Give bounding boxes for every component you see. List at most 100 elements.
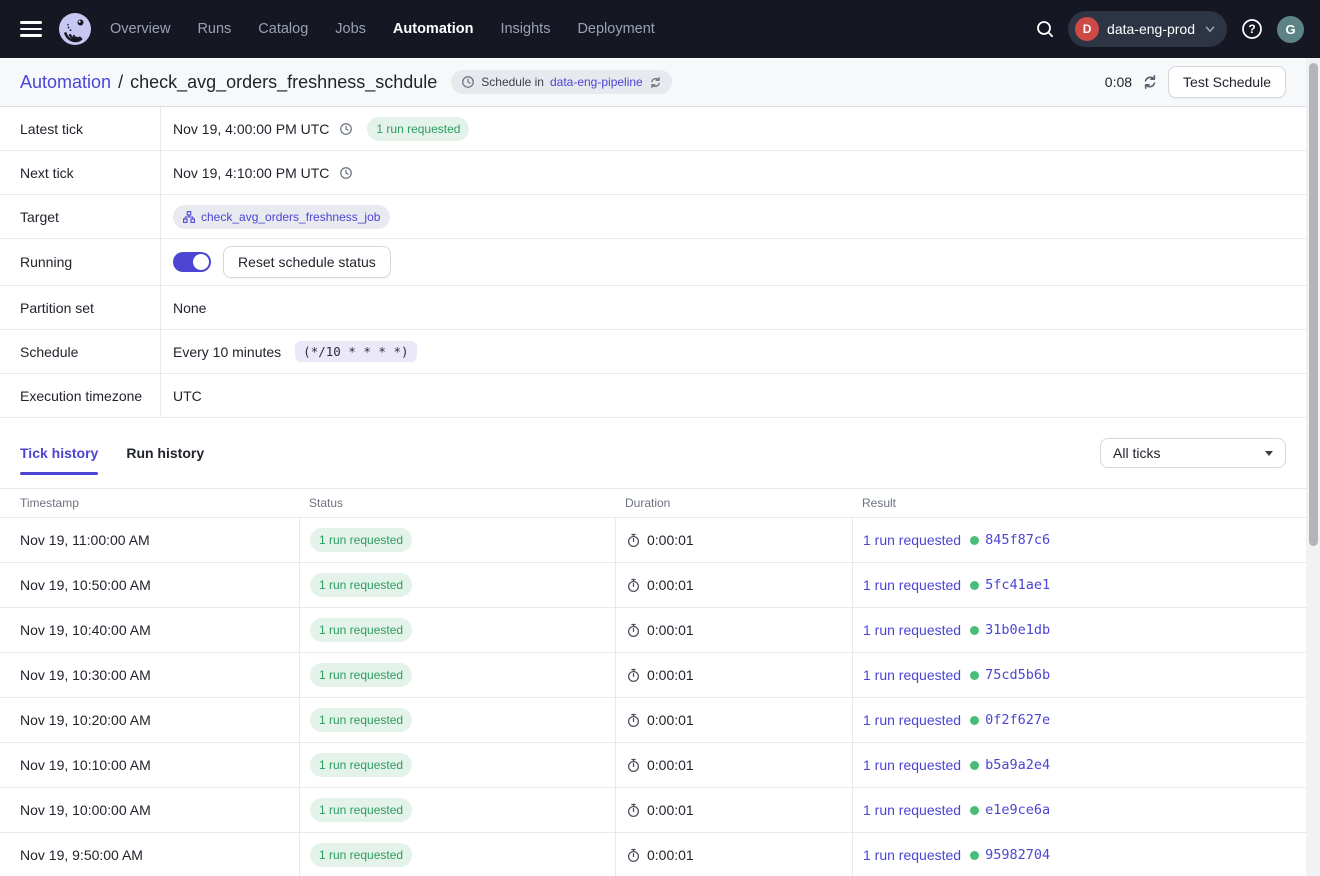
stopwatch-icon [626,623,641,638]
tick-table-row: Nov 19, 10:50:00 AM 1 run requested 0:00… [0,563,1306,608]
tick-table-row: Nov 19, 10:00:00 AM 1 run requested 0:00… [0,788,1306,833]
tick-status-badge: 1 run requested [310,528,412,552]
nav-item-catalog[interactable]: Catalog [258,21,308,37]
run-requested-link[interactable]: 1 run requested [863,577,961,593]
col-header-timestamp: Timestamp [0,489,299,517]
tick-duration: 0:00:01 [647,532,694,548]
breadcrumb-automation-link[interactable]: Automation [20,72,111,93]
workspace-avatar: D [1075,17,1099,41]
nav-item-deployment[interactable]: Deployment [577,21,654,37]
run-requested-link[interactable]: 1 run requested [863,757,961,773]
partition-set-value: None [173,300,206,316]
top-nav: Overview Runs Catalog Jobs Automation Insight… [0,0,1320,58]
primary-nav: Overview Runs Catalog Jobs Automation Insight… [110,21,655,37]
run-id-link[interactable]: e1e9ce6a [985,802,1050,818]
run-requested-link[interactable]: 1 run requested [863,532,961,548]
schedule-row: Schedule Every 10 minutes (*/10 * * * *) [0,330,1306,374]
run-status-dot [970,806,979,815]
run-id-link[interactable]: 95982704 [985,847,1050,863]
run-requested-link[interactable]: 1 run requested [863,802,961,818]
run-status-dot [970,716,979,725]
user-avatar[interactable]: G [1277,16,1304,43]
stopwatch-icon [626,758,641,773]
dagster-logo-icon[interactable] [58,12,92,46]
help-icon[interactable]: ? [1240,17,1264,41]
nav-item-jobs[interactable]: Jobs [335,21,366,37]
reload-icon[interactable] [649,76,662,89]
breadcrumb-bar: Automation / check_avg_orders_freshness_… [0,58,1306,107]
run-status-dot [970,761,979,770]
target-label: Target [0,195,161,238]
col-header-status: Status [299,489,615,517]
tick-timestamp: Nov 19, 10:10:00 AM [0,743,299,787]
latest-tick-status-badge: 1 run requested [367,117,469,141]
tick-duration: 0:00:01 [647,802,694,818]
run-id-link[interactable]: 0f2f627e [985,712,1050,728]
run-requested-link[interactable]: 1 run requested [863,847,961,863]
tick-status-badge: 1 run requested [310,663,412,687]
latest-tick-time: Nov 19, 4:00:00 PM UTC [173,121,329,137]
chevron-down-icon [1203,22,1217,36]
target-job-link[interactable]: check_avg_orders_freshness_job [173,205,390,229]
tick-table-header: Timestamp Status Duration Result [0,488,1306,518]
clock-icon [339,166,353,180]
page-title: check_avg_orders_freshness_schdule [130,72,437,93]
clock-icon [461,75,475,89]
scrollbar-thumb[interactable] [1309,63,1318,546]
next-tick-row: Next tick Nov 19, 4:10:00 PM UTC [0,151,1306,195]
tick-filter-select[interactable]: All ticks [1100,438,1286,468]
run-id-link[interactable]: 31b0e1db [985,622,1050,638]
run-status-dot [970,626,979,635]
menu-icon[interactable] [20,21,42,36]
run-requested-link[interactable]: 1 run requested [863,712,961,728]
refresh-icon[interactable] [1142,74,1158,90]
badge-prefix: Schedule in [481,75,544,89]
run-requested-link[interactable]: 1 run requested [863,622,961,638]
run-id-link[interactable]: 845f87c6 [985,532,1050,548]
caret-down-icon [1265,451,1273,456]
tick-table-row: Nov 19, 10:10:00 AM 1 run requested 0:00… [0,743,1306,788]
stopwatch-icon [626,668,641,683]
nav-item-insights[interactable]: Insights [500,21,550,37]
nav-item-runs[interactable]: Runs [197,21,231,37]
tick-timestamp: Nov 19, 10:50:00 AM [0,563,299,607]
schedule-details: Latest tick Nov 19, 4:00:00 PM UTC 1 run… [0,107,1306,418]
tick-status-badge: 1 run requested [310,708,412,732]
latest-tick-label: Latest tick [0,107,161,150]
stopwatch-icon [626,713,641,728]
partition-set-label: Partition set [0,286,161,329]
run-status-dot [970,671,979,680]
tick-status-badge: 1 run requested [310,798,412,822]
scrollbar-track [1306,58,1320,876]
run-id-link[interactable]: 5fc41ae1 [985,577,1050,593]
run-id-link[interactable]: b5a9a2e4 [985,757,1050,773]
timezone-row: Execution timezone UTC [0,374,1306,418]
tick-table-body: Nov 19, 11:00:00 AM 1 run requested 0:00… [0,518,1320,876]
tick-timestamp: Nov 19, 10:40:00 AM [0,608,299,652]
tab-tick-history[interactable]: Tick history [20,445,98,461]
running-label: Running [0,239,161,285]
search-icon[interactable] [1035,19,1055,39]
reset-schedule-status-button[interactable]: Reset schedule status [223,246,391,278]
next-tick-time: Nov 19, 4:10:00 PM UTC [173,165,329,181]
run-status-dot [970,851,979,860]
stopwatch-icon [626,803,641,818]
cron-expression: (*/10 * * * *) [295,341,416,362]
nav-item-automation[interactable]: Automation [393,21,474,37]
tick-table-row: Nov 19, 10:20:00 AM 1 run requested 0:00… [0,698,1306,743]
tick-status-badge: 1 run requested [310,843,412,867]
test-schedule-button[interactable]: Test Schedule [1168,66,1286,98]
running-toggle[interactable] [173,252,211,272]
nav-item-overview[interactable]: Overview [110,21,170,37]
tab-run-history[interactable]: Run history [126,445,204,461]
tick-timestamp: Nov 19, 10:20:00 AM [0,698,299,742]
running-row: Running Reset schedule status [0,239,1306,286]
target-row: Target check_avg_orders_freshness_job [0,195,1306,239]
code-location-link[interactable]: data-eng-pipeline [550,75,643,89]
run-id-link[interactable]: 75cd5b6b [985,667,1050,683]
latest-tick-row: Latest tick Nov 19, 4:00:00 PM UTC 1 run… [0,107,1306,151]
tick-filter-value: All ticks [1113,445,1160,461]
workspace-switcher[interactable]: D data-eng-prod [1068,11,1227,47]
col-header-duration: Duration [615,489,852,517]
run-requested-link[interactable]: 1 run requested [863,667,961,683]
